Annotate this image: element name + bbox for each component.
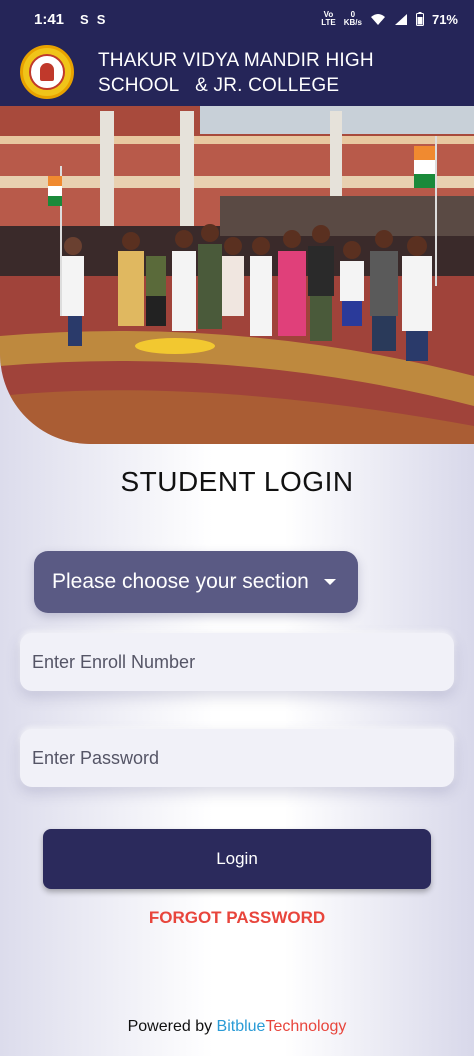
powered-by-footer: Powered by BitblueTechnology bbox=[0, 1018, 474, 1036]
school-name: THAKUR VIDYA MANDIR HIGH SCHOOL & JR. CO… bbox=[98, 48, 458, 98]
enroll-field-container bbox=[20, 633, 454, 691]
page-title: STUDENT LOGIN bbox=[120, 466, 354, 497]
forgot-password-link[interactable]: FORGOT PASSWORD bbox=[0, 908, 474, 928]
section-select-value: Please choose your section bbox=[52, 570, 309, 593]
wifi-icon bbox=[370, 13, 385, 25]
enroll-number-input[interactable] bbox=[20, 633, 454, 691]
school-logo bbox=[20, 45, 74, 99]
logo-figure-icon bbox=[40, 63, 54, 81]
volte-indicator: Vo LTE bbox=[321, 10, 336, 27]
notification-icon: S bbox=[80, 11, 89, 27]
hero-photo bbox=[0, 106, 474, 444]
school-name-line1: THAKUR VIDYA MANDIR HIGH bbox=[98, 50, 374, 71]
signal-icon bbox=[394, 13, 407, 25]
battery-percent: 71% bbox=[431, 11, 458, 27]
logo-emblem bbox=[29, 54, 65, 90]
status-bar: 1:41 S S Vo LTE 0 KB/s 71% bbox=[0, 0, 474, 38]
notification-icon: S bbox=[96, 11, 106, 27]
school-name-line2: SCHOOL & JR. COLLEGE bbox=[98, 75, 340, 96]
password-input[interactable] bbox=[20, 729, 454, 787]
section-select[interactable]: Please choose your section bbox=[34, 551, 358, 613]
notification-icons: S S bbox=[80, 12, 105, 27]
brand-name-part1: Bitblue bbox=[216, 1018, 266, 1035]
brand-name-part2: Technology bbox=[265, 1018, 347, 1035]
data-speed-indicator: 0 KB/s bbox=[343, 10, 362, 27]
chevron-down-icon bbox=[324, 579, 336, 585]
login-button[interactable]: Login bbox=[43, 829, 431, 889]
battery-icon bbox=[415, 12, 424, 26]
app-header: THAKUR VIDYA MANDIR HIGH SCHOOL & JR. CO… bbox=[0, 38, 474, 106]
powered-by-prefix: Powered by bbox=[127, 1018, 217, 1035]
status-time: 1:41 bbox=[34, 10, 65, 28]
school-photo-illustration bbox=[0, 106, 474, 444]
password-field-container bbox=[20, 729, 454, 787]
status-indicators: Vo LTE 0 KB/s 71% bbox=[321, 11, 458, 27]
